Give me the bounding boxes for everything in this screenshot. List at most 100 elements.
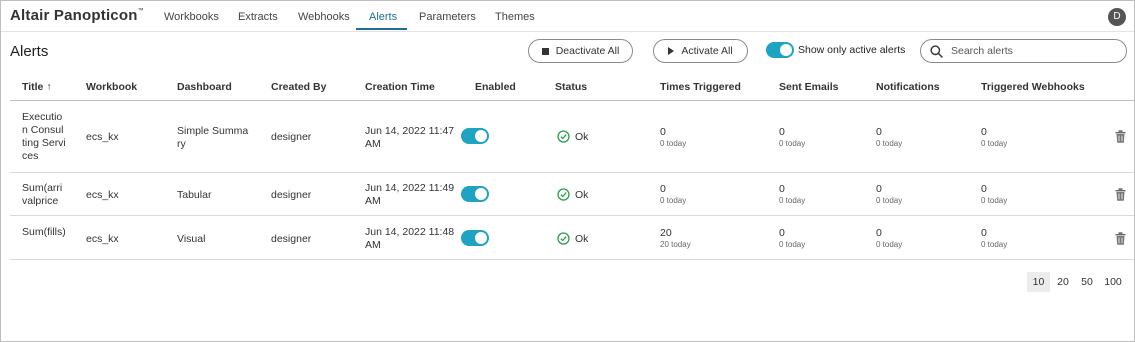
triggered-webhooks: 00 today — [981, 227, 1007, 251]
activate-all-button[interactable]: Activate All — [653, 39, 748, 63]
top-navigation-bar: Altair Panopticon™ Workbooks Extracts We… — [1, 1, 1134, 32]
times-triggered-value: 0 — [660, 183, 666, 195]
search-icon — [930, 45, 943, 58]
status-badge: Ok — [557, 188, 588, 201]
column-title-label: Title — [22, 81, 44, 93]
creation-time: Jun 14, 2022 11:47 AM — [365, 125, 455, 150]
creation-time: Jun 14, 2022 11:48 AM — [365, 226, 455, 251]
enabled-toggle[interactable] — [461, 230, 489, 246]
created-by: designer — [271, 189, 312, 201]
times-triggered-today: 0 today — [660, 139, 687, 148]
deactivate-all-label: Deactivate All — [555, 45, 620, 57]
webhooks-today: 0 today — [981, 139, 1008, 148]
sent-emails: 00 today — [779, 227, 805, 251]
notifications-value: 0 — [876, 227, 882, 239]
tab-webhooks[interactable]: Webhooks — [298, 11, 350, 23]
alert-title[interactable]: Sum(fills) — [22, 226, 66, 239]
webhooks-value: 0 — [981, 126, 987, 138]
tab-workbooks[interactable]: Workbooks — [164, 11, 219, 23]
check-circle-icon — [557, 232, 570, 245]
webhooks-today: 0 today — [981, 196, 1008, 205]
notifications-today: 0 today — [876, 196, 903, 205]
times-triggered: 00 today — [660, 183, 686, 207]
deactivate-all-button[interactable]: Deactivate All — [528, 39, 633, 63]
column-header-title[interactable]: Title ↑ — [22, 81, 52, 93]
column-header-workbook[interactable]: Workbook — [86, 81, 137, 93]
times-triggered-today: 20 today — [660, 240, 691, 249]
check-circle-icon — [557, 130, 570, 143]
enabled-toggle[interactable] — [461, 128, 489, 144]
user-avatar[interactable]: D — [1108, 8, 1126, 26]
column-header-status[interactable]: Status — [555, 81, 587, 93]
app-logo[interactable]: Altair Panopticon™ — [10, 7, 144, 24]
column-header-created-by[interactable]: Created By — [271, 81, 326, 93]
column-header-dashboard[interactable]: Dashboard — [177, 81, 232, 93]
brand-name: Altair Panopticon — [10, 7, 138, 24]
play-icon — [668, 47, 675, 55]
row-divider — [10, 172, 1134, 173]
active-tab-indicator — [356, 28, 407, 30]
search-input[interactable] — [951, 44, 1116, 58]
status-badge: Ok — [557, 130, 588, 143]
column-header-times-triggered[interactable]: Times Triggered — [660, 81, 741, 93]
delete-trash-icon[interactable] — [1115, 130, 1126, 143]
webhooks-value: 0 — [981, 183, 987, 195]
header-divider — [10, 100, 1134, 101]
enabled-toggle[interactable] — [461, 186, 489, 202]
status-badge: Ok — [557, 232, 588, 245]
notifications: 00 today — [876, 183, 902, 207]
times-triggered-today: 0 today — [660, 196, 687, 205]
search-box[interactable] — [920, 39, 1127, 63]
tab-parameters[interactable]: Parameters — [419, 11, 476, 23]
tab-themes[interactable]: Themes — [495, 11, 535, 23]
sent-emails-value: 0 — [779, 126, 785, 138]
status-text: Ok — [575, 130, 589, 143]
notifications-today: 0 today — [876, 139, 903, 148]
created-by: designer — [271, 233, 312, 245]
column-header-sent-emails[interactable]: Sent Emails — [779, 81, 839, 93]
delete-trash-icon[interactable] — [1115, 188, 1126, 201]
sent-emails: 00 today — [779, 183, 805, 207]
alert-title[interactable]: Execution Consulting Services — [22, 111, 66, 163]
sent-emails-value: 0 — [779, 183, 785, 195]
stop-icon — [541, 47, 549, 55]
alert-title[interactable]: Sum(arrivalprice — [22, 182, 66, 208]
active-only-toggle[interactable] — [766, 42, 794, 58]
times-triggered-value: 0 — [660, 126, 666, 138]
row-divider — [10, 259, 1134, 260]
column-header-enabled[interactable]: Enabled — [475, 81, 516, 93]
notifications-today: 0 today — [876, 240, 903, 249]
activate-all-label: Activate All — [681, 45, 733, 57]
triggered-webhooks: 00 today — [981, 183, 1007, 207]
triggered-webhooks: 00 today — [981, 126, 1007, 150]
page-size-100[interactable]: 100 — [1100, 272, 1126, 292]
sort-ascending-icon: ↑ — [46, 81, 52, 93]
sent-emails-today: 0 today — [779, 139, 806, 148]
workbook-name: ecs_kx — [86, 131, 119, 143]
notifications-value: 0 — [876, 126, 882, 138]
active-only-label: Show only active alerts — [798, 44, 906, 56]
dashboard-name: Visual — [177, 233, 206, 245]
status-text: Ok — [575, 232, 589, 245]
sent-emails-today: 0 today — [779, 240, 806, 249]
column-header-triggered-webhooks[interactable]: Triggered Webhooks — [981, 81, 1085, 93]
trademark-mark: ™ — [137, 8, 144, 14]
workbook-name: ecs_kx — [86, 233, 119, 245]
column-header-notifications[interactable]: Notifications — [876, 81, 940, 93]
column-header-creation-time[interactable]: Creation Time — [365, 81, 435, 93]
check-circle-icon — [557, 188, 570, 201]
created-by: designer — [271, 131, 312, 143]
delete-trash-icon[interactable] — [1115, 232, 1126, 245]
creation-time: Jun 14, 2022 11:49 AM — [365, 182, 455, 207]
page-size-50[interactable]: 50 — [1076, 272, 1098, 292]
page-size-20[interactable]: 20 — [1052, 272, 1074, 292]
tab-extracts[interactable]: Extracts — [238, 11, 278, 23]
notifications: 00 today — [876, 126, 902, 150]
dashboard-name: Simple Summary — [177, 125, 249, 150]
times-triggered: 20 20 today — [660, 227, 691, 251]
page-size-10[interactable]: 10 — [1027, 272, 1050, 292]
row-divider — [10, 215, 1134, 216]
tab-alerts[interactable]: Alerts — [369, 11, 397, 23]
notifications-value: 0 — [876, 183, 882, 195]
sent-emails-value: 0 — [779, 227, 785, 239]
